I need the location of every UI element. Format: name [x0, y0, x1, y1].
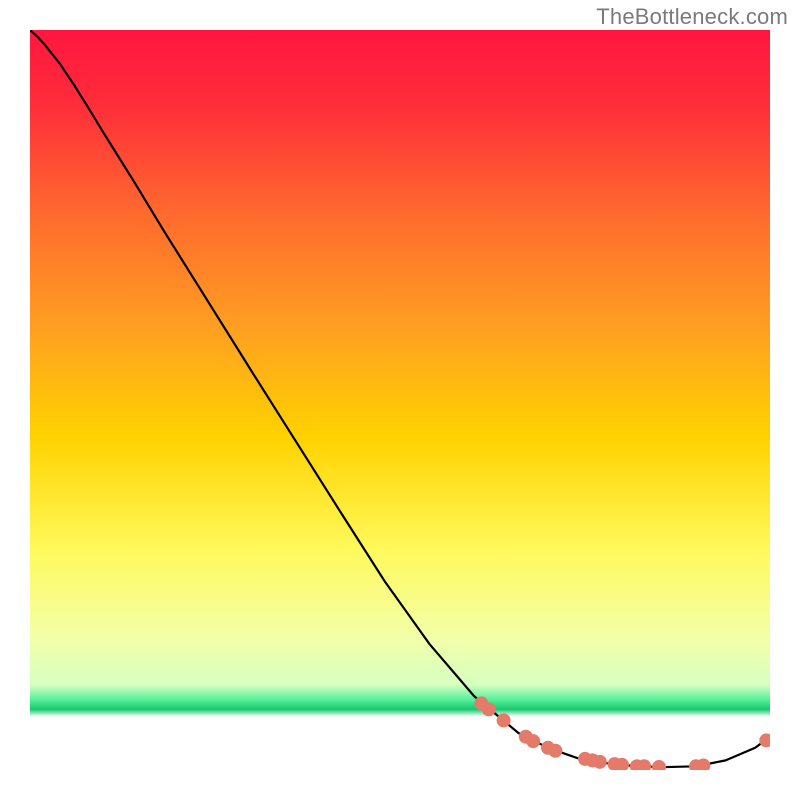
chart-svg	[30, 30, 770, 770]
data-marker	[548, 744, 562, 758]
chart-container: TheBottleneck.com	[0, 0, 800, 800]
plot-area	[30, 30, 770, 770]
data-marker	[497, 713, 511, 727]
data-marker	[526, 734, 540, 748]
data-marker	[482, 702, 496, 716]
watermark-text: TheBottleneck.com	[596, 4, 788, 30]
data-marker	[593, 755, 607, 769]
chart-background	[30, 30, 770, 770]
